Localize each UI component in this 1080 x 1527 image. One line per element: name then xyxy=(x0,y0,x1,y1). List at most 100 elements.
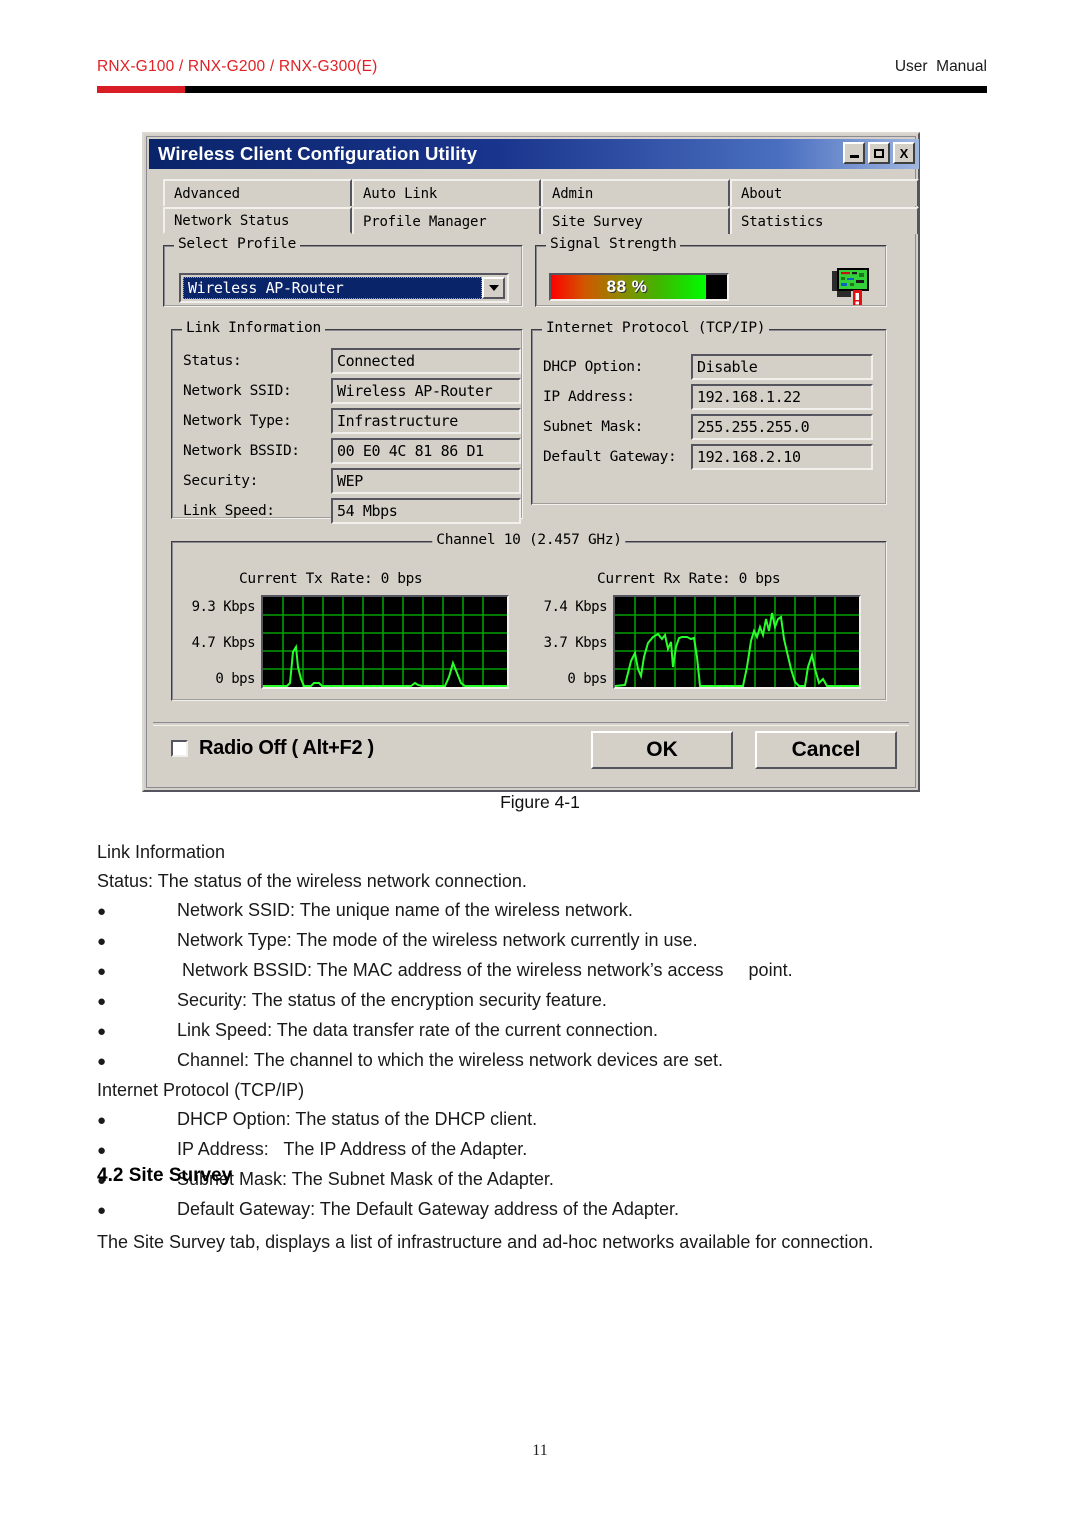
profile-select[interactable]: Wireless AP-Router xyxy=(179,273,509,303)
bullet-icon: ● xyxy=(97,963,107,980)
bullet-icon: ● xyxy=(97,1112,107,1129)
tab-about[interactable]: About xyxy=(730,179,919,206)
radio-off-checkbox[interactable] xyxy=(171,740,188,757)
select-profile-legend: Select Profile xyxy=(174,236,301,252)
window-title: Wireless Client Configuration Utility xyxy=(158,143,478,164)
header-rule xyxy=(97,86,987,93)
body-bullet-item: ● Security: The status of the encryption … xyxy=(97,986,987,1016)
rx-rate-graph xyxy=(613,595,861,689)
tab-row-lower: Network Status Profile Manager Site Surv… xyxy=(163,207,919,234)
cancel-button[interactable]: Cancel xyxy=(755,731,897,769)
tab-advanced[interactable]: Advanced xyxy=(163,179,352,206)
body-bullet-item: ● Network SSID: The unique name of the wi… xyxy=(97,896,987,926)
window-controls: X xyxy=(843,142,915,164)
rx-axis-top: 7.4 Kbps xyxy=(543,599,608,615)
network-bssid-label: Network BSSID: xyxy=(183,443,300,459)
section-paragraph: The Site Survey tab, displays a list of … xyxy=(97,1232,874,1252)
bullet-icon: ● xyxy=(97,993,107,1010)
tx-axis-top: 9.3 Kbps xyxy=(191,599,256,615)
rx-axis-bottom: 0 bps xyxy=(567,671,607,687)
maximize-icon[interactable] xyxy=(868,142,890,164)
figure-caption: Figure 4-1 xyxy=(500,792,580,812)
bullet-text: Link Speed: The data transfer rate of th… xyxy=(177,1020,658,1040)
rx-axis-mid: 3.7 Kbps xyxy=(543,635,608,651)
dhcp-option-label: DHCP Option: xyxy=(543,359,643,375)
radio-off-label: Radio Off ( Alt+F2 ) xyxy=(199,737,374,759)
network-type-label: Network Type: xyxy=(183,413,292,429)
radio-off-row[interactable]: Radio Off ( Alt+F2 ) xyxy=(171,737,374,760)
minimize-icon[interactable] xyxy=(843,142,865,164)
bullet-icon: ● xyxy=(97,1142,107,1159)
channel-group: Channel 10 (2.457 GHz) Current Tx Rate: … xyxy=(171,532,887,701)
security-value: WEP xyxy=(331,468,521,494)
security-label: Security: xyxy=(183,473,258,489)
link-speed-label: Link Speed: xyxy=(183,503,275,519)
window-client-area: Wireless Client Configuration Utility X … xyxy=(146,136,919,788)
status-label: Status: xyxy=(183,353,242,369)
tab-admin[interactable]: Admin xyxy=(541,179,730,206)
subnet-mask-label: Subnet Mask: xyxy=(543,419,643,435)
tab-network-status[interactable]: Network Status xyxy=(163,207,352,234)
header-doc-type: User Manual xyxy=(894,58,987,75)
bullet-text: Subnet Mask: The Subnet Mask of the Adap… xyxy=(177,1169,554,1189)
bullet-text: DHCP Option: The status of the DHCP clie… xyxy=(177,1109,538,1129)
bullet-icon: ● xyxy=(97,933,107,950)
ok-button-label: OK xyxy=(646,738,678,761)
network-bssid-value: 00 E0 4C 81 86 D1 xyxy=(331,438,521,464)
bullet-icon: ● xyxy=(97,903,107,920)
page-header: RNX-G100 / RNX-G200 / RNX-G300(E) User M… xyxy=(97,58,987,98)
body-bullet-item: ● Network Type: The mode of the wireless … xyxy=(97,926,987,956)
network-type-value: Infrastructure xyxy=(331,408,521,434)
section-heading: 4.2 Site Survey xyxy=(97,1165,233,1186)
page-number: 11 xyxy=(532,1442,548,1459)
bottom-separator xyxy=(153,722,909,726)
tab-statistics[interactable]: Statistics xyxy=(730,207,919,234)
bullet-icon: ● xyxy=(97,1023,107,1040)
link-speed-value: 54 Mbps xyxy=(331,498,521,524)
select-profile-group: Select Profile Wireless AP-Router xyxy=(163,236,523,307)
signal-strength-value: 88 % xyxy=(606,277,648,296)
tx-axis-bottom: 0 bps xyxy=(215,671,255,687)
subnet-mask-value: 255.255.255.0 xyxy=(691,414,873,440)
bullet-text: IP Address: The IP Address of the Adapte… xyxy=(177,1139,528,1159)
default-gateway-value: 192.168.2.10 xyxy=(691,444,873,470)
ip-address-value: 192.168.1.22 xyxy=(691,384,873,410)
body-bullet-item: ● IP Address: The IP Address of the Adapt… xyxy=(97,1135,987,1165)
header-rule-accent xyxy=(97,86,185,93)
wireless-client-configuration-window: Wireless Client Configuration Utility X … xyxy=(142,132,920,792)
tcpip-legend: Internet Protocol (TCP/IP) xyxy=(542,320,770,336)
body-bullet-item: ● Network BSSID: The MAC address of the … xyxy=(97,956,987,986)
ip-address-label: IP Address: xyxy=(543,389,635,405)
link-information-legend: Link Information xyxy=(182,320,325,336)
body-bullet-item: ● Link Speed: The data transfer rate of t… xyxy=(97,1016,987,1046)
bullet-icon: ● xyxy=(97,1053,107,1070)
channel-legend: Channel 10 (2.457 GHz) xyxy=(432,532,626,548)
header-model-list: RNX-G100 / RNX-G200 / RNX-G300(E) xyxy=(97,58,378,75)
bullet-text: Network SSID: The unique name of the wir… xyxy=(177,900,633,920)
tab-site-survey[interactable]: Site Survey xyxy=(541,207,730,234)
tab-profile-manager[interactable]: Profile Manager xyxy=(352,207,541,234)
bullet-icon: ● xyxy=(97,1202,107,1219)
body-line: Status: The status of the wireless netwo… xyxy=(97,871,527,891)
tx-rate-title: Current Tx Rate: 0 bps xyxy=(239,571,423,587)
tcpip-group: Internet Protocol (TCP/IP) DHCP Option: … xyxy=(531,320,887,505)
bullet-text: Default Gateway: The Default Gateway add… xyxy=(177,1199,679,1219)
window-title-bar: Wireless Client Configuration Utility X xyxy=(149,139,919,169)
rx-rate-title: Current Rx Rate: 0 bps xyxy=(597,571,781,587)
close-icon[interactable]: X xyxy=(893,142,915,164)
status-value: Connected xyxy=(331,348,521,374)
signal-strength-bar: 88 % xyxy=(549,273,729,301)
network-ssid-value: Wireless AP-Router xyxy=(331,378,521,404)
tab-auto-link[interactable]: Auto Link xyxy=(352,179,541,206)
cancel-button-label: Cancel xyxy=(791,738,861,761)
default-gateway-label: Default Gateway: xyxy=(543,449,677,465)
chevron-down-icon[interactable] xyxy=(482,277,505,299)
body-bullet-item: ● DHCP Option: The status of the DHCP cli… xyxy=(97,1105,987,1135)
tx-rate-graph xyxy=(261,595,509,689)
link-information-group: Link Information Status: Network SSID: N… xyxy=(171,320,523,524)
ok-button[interactable]: OK xyxy=(591,731,733,769)
bullet-text: Security: The status of the encryption s… xyxy=(177,990,607,1010)
profile-select-value: Wireless AP-Router xyxy=(183,277,482,299)
tx-axis-mid: 4.7 Kbps xyxy=(191,635,256,651)
bullet-text: Network Type: The mode of the wireless n… xyxy=(177,930,698,950)
